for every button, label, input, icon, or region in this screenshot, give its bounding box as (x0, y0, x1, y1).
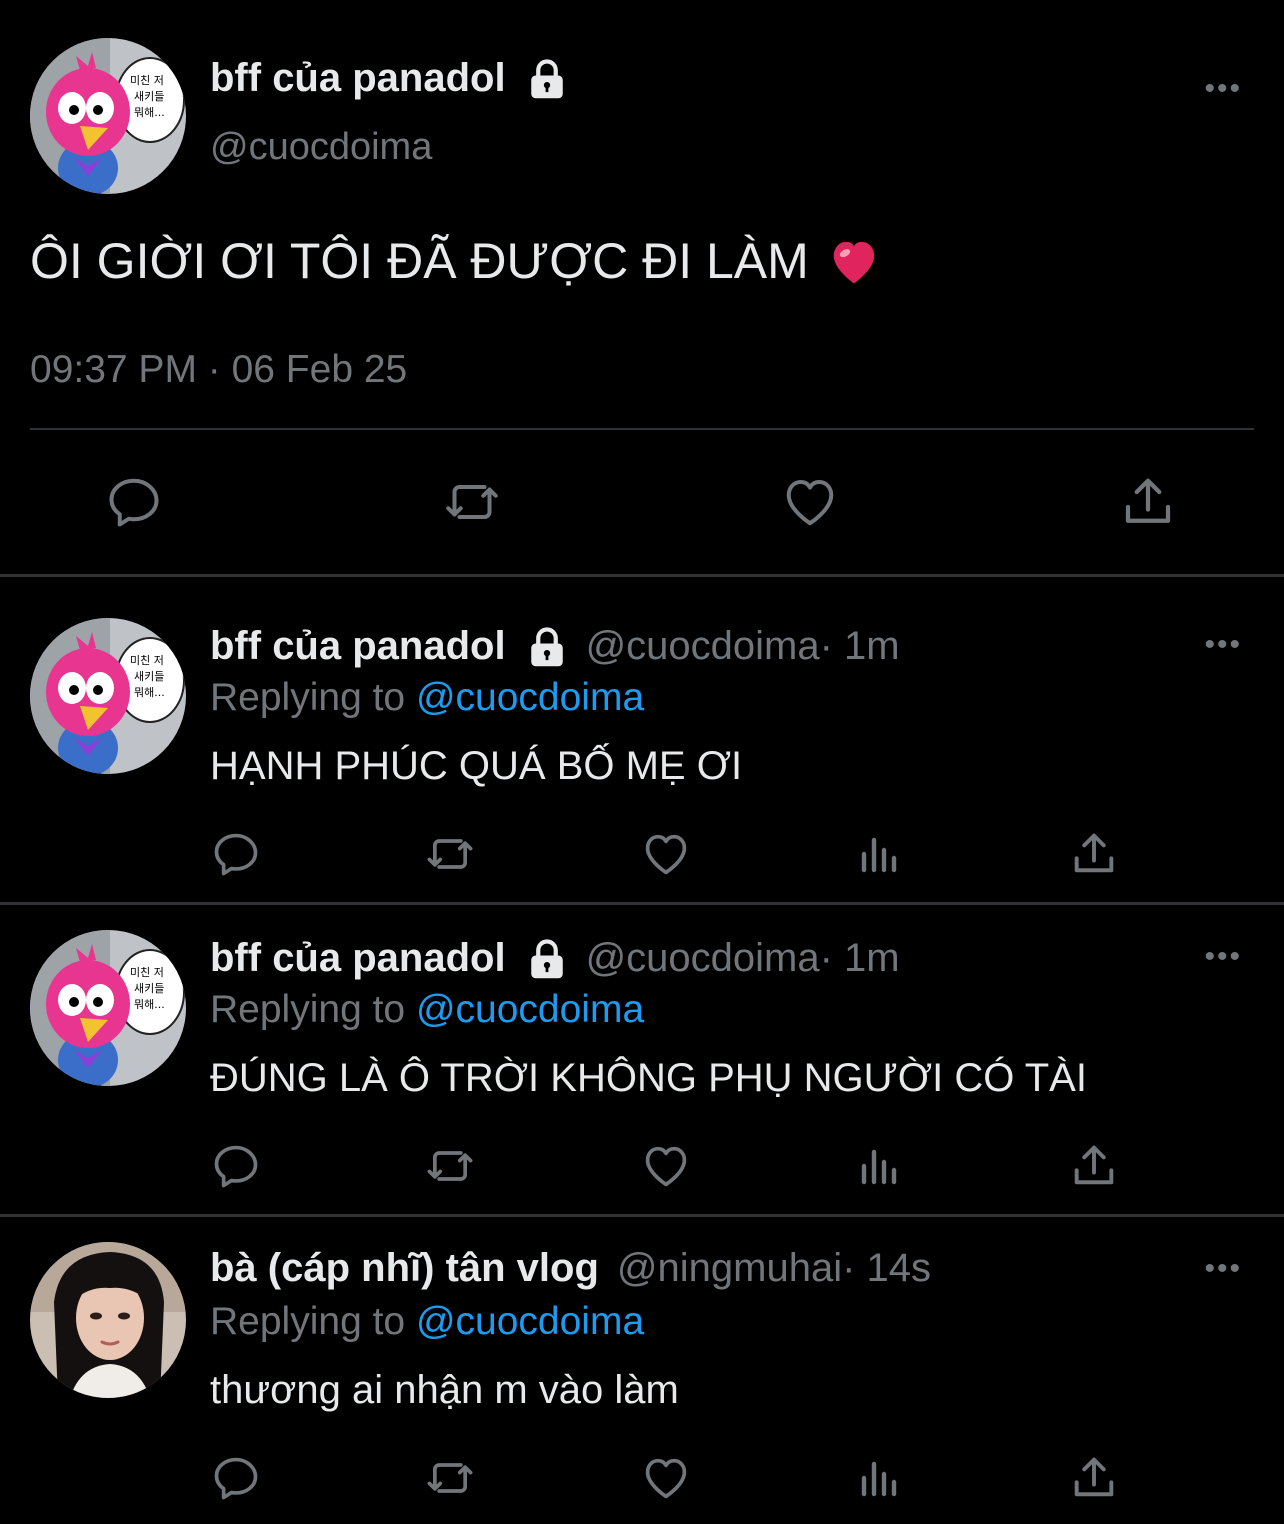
share-icon[interactable] (1066, 826, 1122, 882)
bird-avatar-image: 미친 저 새키들 뭐해... (30, 618, 186, 774)
like-icon[interactable] (638, 826, 694, 882)
svg-text:미친 저: 미친 저 (130, 966, 164, 979)
reply-header: bff của panadol @cuocdoima · 1m (210, 624, 900, 669)
like-icon[interactable] (638, 1138, 694, 1194)
reply-header: bà (cáp nhĩ) tân vlog @ningmuhai · 14s (210, 1246, 931, 1291)
reply-author-name[interactable]: bff của panadol (210, 624, 506, 669)
analytics-icon[interactable] (852, 1450, 908, 1506)
divider (30, 428, 1254, 430)
retweet-icon[interactable] (422, 1138, 478, 1194)
more-options-icon[interactable]: ••• (1204, 628, 1242, 662)
bird-avatar-image: 미친 저 새키들 뭐해... (30, 930, 186, 1086)
share-icon[interactable] (1116, 470, 1180, 534)
replying-to: Replying to @cuocdoima (210, 1300, 644, 1344)
reply-text: HẠNH PHÚC QUÁ BỐ MẸ ƠI (210, 744, 743, 788)
replying-to-label: Replying to (210, 988, 416, 1031)
section-separator (0, 902, 1284, 905)
reply-author-avatar[interactable]: 미친 저 새키들 뭐해... (30, 930, 186, 1086)
author-name[interactable]: bff của panadol (210, 56, 506, 101)
analytics-icon[interactable] (852, 826, 908, 882)
reply-time: · 1m (819, 936, 900, 980)
svg-text:뭐해...: 뭐해... (134, 105, 165, 119)
reply-author-name[interactable]: bà (cáp nhĩ) tân vlog (210, 1246, 599, 1291)
retweet-icon[interactable] (422, 1450, 478, 1506)
share-icon[interactable] (1066, 1138, 1122, 1194)
reply-author-name[interactable]: bff của panadol (210, 936, 506, 981)
replying-to-label: Replying to (210, 1300, 416, 1343)
svg-text:뭐해...: 뭐해... (134, 997, 165, 1011)
author-name-row: bff của panadol (210, 56, 568, 101)
lock-icon (526, 58, 568, 100)
author-handle[interactable]: @cuocdoima (210, 126, 432, 169)
section-separator (0, 1214, 1284, 1217)
like-icon[interactable] (778, 470, 842, 534)
reply-author-handle[interactable]: @ningmuhai (617, 1246, 842, 1291)
tweet-timestamp[interactable]: 09:37 PM · 06 Feb 25 (30, 348, 407, 392)
reply-author-name-group: bff của panadol (210, 936, 568, 981)
lock-icon (526, 938, 568, 980)
reply-author-avatar[interactable]: 미친 저 새키들 뭐해... (30, 618, 186, 774)
bird-avatar-image: 미친 저 새키들 뭐해... (30, 38, 186, 194)
reply-text: ĐÚNG LÀ Ô TRỜI KHÔNG PHỤ NGƯỜI CÓ TÀI (210, 1056, 1087, 1100)
author-avatar[interactable]: 미친 저 새키들 뭐해... (30, 38, 186, 194)
tweet-text: ÔI GIỜI ƠI TÔI ĐÃ ĐƯỢC ĐI LÀM (30, 232, 881, 290)
analytics-icon[interactable] (852, 1138, 908, 1194)
tweet-text-body: ÔI GIỜI ƠI TÔI ĐÃ ĐƯỢC ĐI LÀM (30, 233, 809, 289)
lock-icon (526, 626, 568, 668)
svg-text:새키들: 새키들 (134, 982, 164, 995)
reply-header: bff của panadol @cuocdoima · 1m (210, 936, 900, 981)
reply-author-avatar[interactable] (30, 1242, 186, 1398)
heart-emoji-icon (827, 236, 881, 286)
reply-icon[interactable] (102, 470, 166, 534)
more-options-icon[interactable]: ••• (1204, 72, 1242, 106)
reply-author-handle[interactable]: @cuocdoima (586, 936, 820, 981)
svg-text:새키들: 새키들 (134, 670, 164, 683)
reply-text: thương ai nhận m vào làm (210, 1368, 679, 1412)
reply-icon[interactable] (208, 1450, 264, 1506)
reply-icon[interactable] (208, 1138, 264, 1194)
share-icon[interactable] (1066, 1450, 1122, 1506)
more-options-icon[interactable]: ••• (1204, 1252, 1242, 1286)
retweet-icon[interactable] (440, 470, 504, 534)
retweet-icon[interactable] (422, 826, 478, 882)
reply-icon[interactable] (208, 826, 264, 882)
reply-author-handle[interactable]: @cuocdoima (586, 624, 820, 669)
section-separator (0, 574, 1284, 577)
svg-text:새키들: 새키들 (134, 90, 164, 103)
replying-to-handle[interactable]: @cuocdoima (416, 988, 644, 1031)
reply-author-name-group: bff của panadol (210, 624, 568, 669)
replying-to-handle[interactable]: @cuocdoima (416, 1300, 644, 1343)
replying-to-handle[interactable]: @cuocdoima (416, 676, 644, 719)
person-avatar-image (30, 1242, 186, 1398)
more-options-icon[interactable]: ••• (1204, 940, 1242, 974)
replying-to-label: Replying to (210, 676, 416, 719)
reply-time: · 14s (842, 1246, 932, 1290)
replying-to: Replying to @cuocdoima (210, 676, 644, 720)
replying-to: Replying to @cuocdoima (210, 988, 644, 1032)
reply-time: · 1m (819, 624, 900, 668)
svg-text:뭐해...: 뭐해... (134, 685, 165, 699)
like-icon[interactable] (638, 1450, 694, 1506)
svg-text:미친 저: 미친 저 (130, 654, 164, 667)
svg-text:미친 저: 미친 저 (130, 74, 164, 87)
